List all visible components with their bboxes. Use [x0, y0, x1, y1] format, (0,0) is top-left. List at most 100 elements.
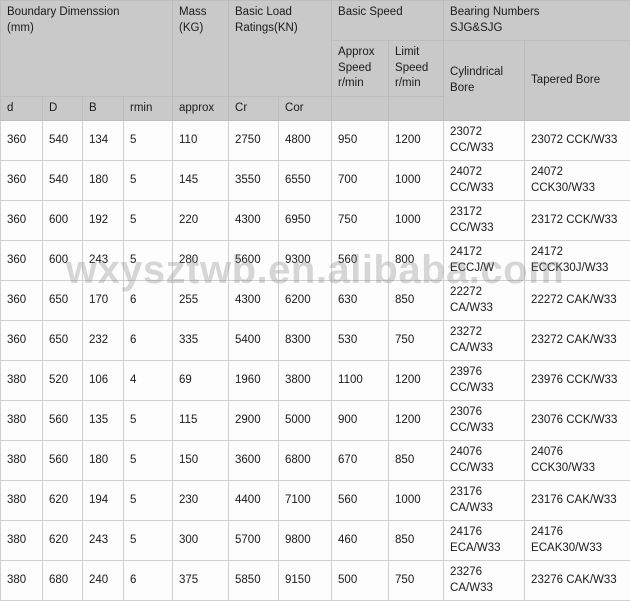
cell-approx-speed: 700 [332, 161, 389, 201]
cell-cylindrical-bore: 22272 CA/W33 [444, 281, 525, 321]
cell-cr: 5600 [229, 241, 279, 281]
header-group-mass: Mass (KG) [173, 1, 229, 97]
cell-approx: 255 [173, 281, 229, 321]
cell-approx-speed: 630 [332, 281, 389, 321]
cell-approx: 69 [173, 361, 229, 401]
cell-rmin: 5 [124, 441, 173, 481]
cell-limit-speed: 750 [389, 321, 444, 361]
cell-d: 380 [1, 401, 43, 441]
cell-approx: 145 [173, 161, 229, 201]
cell-cor: 6200 [279, 281, 332, 321]
cell-rmin: 5 [124, 161, 173, 201]
header-col-cylindrical-bore: Cylindrical Bore [444, 41, 525, 121]
header-group-row: Boundary Dimenssion (mm) Mass (KG) Basic… [1, 1, 630, 41]
cell-tapered-bore: 23976 CCK/W33 [525, 361, 630, 401]
cell-d: 360 [1, 121, 43, 161]
cell-cylindrical-bore: 23176 CA/W33 [444, 481, 525, 521]
cell-cr: 3550 [229, 161, 279, 201]
cell-rmin: 5 [124, 121, 173, 161]
cell-rmin: 5 [124, 401, 173, 441]
cell-D: 600 [43, 241, 83, 281]
table-row: 380520106469196038001100120023976 CC/W33… [1, 361, 630, 401]
cell-approx: 280 [173, 241, 229, 281]
cell-limit-speed: 750 [389, 561, 444, 601]
header-col-approx-speed: Approx Speed r/min [332, 41, 389, 97]
cell-approx: 375 [173, 561, 229, 601]
header-col-approx-speed-line2: Speed [338, 61, 383, 77]
cell-cor: 9150 [279, 561, 332, 601]
cell-tapered-bore: 23276 CAK/W33 [525, 561, 630, 601]
cell-approx: 150 [173, 441, 229, 481]
cell-D: 540 [43, 121, 83, 161]
table-row: 36065017062554300620063085022272 CA/W332… [1, 281, 630, 321]
table-row: 38056018051503600680067085024076 CC/W332… [1, 441, 630, 481]
table-row: 380560135511529005000900120023076 CC/W33… [1, 401, 630, 441]
cell-d: 380 [1, 361, 43, 401]
header-group-mass-line1: Mass [179, 5, 223, 21]
header-col-limit-speed: Limit Speed r/min [389, 41, 444, 97]
cell-approx-speed: 560 [332, 241, 389, 281]
cell-B: 240 [83, 561, 124, 601]
cell-limit-speed: 1000 [389, 161, 444, 201]
cell-approx: 335 [173, 321, 229, 361]
table-row: 36065023263355400830053075023272 CA/W332… [1, 321, 630, 361]
cell-d: 380 [1, 561, 43, 601]
header-col-limit-speed-line3: r/min [395, 76, 438, 92]
header-group-bearing-numbers-line2: SJG&SJG [450, 21, 625, 37]
table-header: Boundary Dimenssion (mm) Mass (KG) Basic… [1, 1, 630, 121]
header-col-limit-speed-spacer [389, 96, 444, 121]
cell-B: 170 [83, 281, 124, 321]
cell-limit-speed: 1200 [389, 401, 444, 441]
cell-B: 243 [83, 241, 124, 281]
cell-approx: 300 [173, 521, 229, 561]
cell-D: 540 [43, 161, 83, 201]
cell-cr: 4300 [229, 201, 279, 241]
cell-cr: 1960 [229, 361, 279, 401]
cell-approx-speed: 530 [332, 321, 389, 361]
cell-cylindrical-bore: 23076 CC/W33 [444, 401, 525, 441]
cell-B: 106 [83, 361, 124, 401]
cell-cr: 5850 [229, 561, 279, 601]
cell-D: 600 [43, 201, 83, 241]
cell-d: 360 [1, 321, 43, 361]
cell-cylindrical-bore: 24172 ECCJ/W [444, 241, 525, 281]
cell-approx-speed: 460 [332, 521, 389, 561]
cell-approx-speed: 750 [332, 201, 389, 241]
header-col-d: d [1, 96, 43, 121]
cell-D: 650 [43, 321, 83, 361]
cell-D: 620 [43, 481, 83, 521]
header-col-B: B [83, 96, 124, 121]
cell-d: 360 [1, 281, 43, 321]
cell-cr: 5700 [229, 521, 279, 561]
cell-cylindrical-bore: 23276 CA/W33 [444, 561, 525, 601]
header-col-cor: Cor [279, 96, 332, 121]
table-row: 360540134511027504800950120023072 CC/W33… [1, 121, 630, 161]
header-col-limit-speed-line1: Limit [395, 45, 438, 61]
cell-cor: 7100 [279, 481, 332, 521]
cell-approx-speed: 670 [332, 441, 389, 481]
header-group-basic-speed: Basic Speed [332, 1, 444, 41]
cell-B: 194 [83, 481, 124, 521]
header-group-basic-load-line1: Basic Load [235, 5, 326, 21]
table-row: 360600192522043006950750100023172 CC/W33… [1, 201, 630, 241]
table-row: 36060024352805600930056080024172 ECCJ/W2… [1, 241, 630, 281]
cell-D: 680 [43, 561, 83, 601]
header-col-approx-speed-line3: r/min [338, 76, 383, 92]
cell-tapered-bore: 24172 ECCK30J/W33 [525, 241, 630, 281]
cell-limit-speed: 800 [389, 241, 444, 281]
cell-cylindrical-bore: 24176 ECA/W33 [444, 521, 525, 561]
cell-B: 135 [83, 401, 124, 441]
cell-cylindrical-bore: 23172 CC/W33 [444, 201, 525, 241]
cell-cr: 4300 [229, 281, 279, 321]
cell-cor: 9300 [279, 241, 332, 281]
header-group-boundary-dimension: Boundary Dimenssion (mm) [1, 1, 173, 97]
cell-limit-speed: 1000 [389, 481, 444, 521]
cell-approx: 220 [173, 201, 229, 241]
cell-cylindrical-bore: 23272 CA/W33 [444, 321, 525, 361]
header-group-bearing-numbers-line1: Bearing Numbers [450, 5, 625, 21]
cell-approx-speed: 560 [332, 481, 389, 521]
table-row: 360540180514535506550700100024072 CC/W33… [1, 161, 630, 201]
cell-D: 650 [43, 281, 83, 321]
header-group-bearing-numbers: Bearing Numbers SJG&SJG [444, 1, 630, 41]
cell-D: 620 [43, 521, 83, 561]
